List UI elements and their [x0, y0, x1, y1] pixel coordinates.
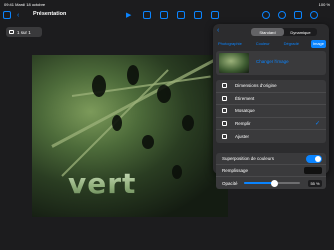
- leaf-hole: [112, 115, 122, 131]
- opacity-slider-thumb[interactable]: [271, 179, 279, 187]
- back-chevron-icon[interactable]: ‹: [17, 10, 19, 20]
- opacity-value-field[interactable]: 55 %: [308, 179, 322, 187]
- style-segmented-control[interactable]: Standard Dynamique: [251, 28, 317, 36]
- segment-dynamic[interactable]: Dynamique: [284, 28, 317, 36]
- tile-icon: [222, 108, 227, 114]
- tab-color[interactable]: Couleur: [254, 40, 272, 48]
- scale-to-fit-icon: [222, 133, 227, 139]
- slide-count-label: 1 sur 1: [17, 29, 31, 35]
- leaf-hole: [157, 85, 171, 103]
- opacity-row: Opacité 55 %: [216, 177, 326, 189]
- more-icon[interactable]: [310, 10, 318, 20]
- leaf-hole: [142, 135, 154, 149]
- color-overlay-row: Superposition de couleurs: [216, 153, 326, 165]
- status-battery: 100 %: [318, 1, 330, 7]
- media-icon[interactable]: [211, 10, 219, 20]
- table-icon[interactable]: [143, 10, 151, 20]
- shape-icon[interactable]: [194, 10, 202, 20]
- slides-icon: [9, 30, 14, 34]
- opacity-slider[interactable]: [244, 179, 300, 187]
- image-fit-list: Dimensions d'origine Étirement Mosaïque …: [216, 80, 326, 143]
- fit-option-original-size[interactable]: Dimensions d'origine: [216, 80, 326, 93]
- format-popover: ‹ Standard Dynamique Photographie Couleu…: [213, 24, 329, 189]
- fill-type-tabs: Photographie Couleur Dégradé Image: [216, 40, 326, 48]
- fill-icon: [222, 120, 227, 126]
- status-bar: 09:41 Mardi 18 octobre 100 %: [0, 0, 334, 8]
- slide-text-vert[interactable]: vert: [68, 167, 136, 200]
- slide-count-button[interactable]: 1 sur 1: [6, 27, 42, 37]
- toolbar: ‹ Présentation ▶: [0, 8, 334, 22]
- fill-color-swatch[interactable]: [304, 167, 322, 174]
- checkmark-icon: ✓: [314, 120, 320, 127]
- format-brush-icon[interactable]: [294, 10, 302, 20]
- leaf-hole: [172, 165, 182, 179]
- play-icon[interactable]: ▶: [126, 10, 131, 20]
- slide-navigator-bar: 1 sur 1: [0, 24, 60, 40]
- popover-back-icon[interactable]: ‹: [217, 27, 219, 34]
- tab-image[interactable]: Image: [310, 40, 326, 48]
- collaborate-icon[interactable]: [278, 10, 286, 20]
- segment-standard[interactable]: Standard: [251, 28, 284, 36]
- fit-option-fill[interactable]: Remplir ✓: [216, 118, 326, 130]
- tab-gradient[interactable]: Dégradé: [282, 40, 301, 48]
- status-time: 09:41 Mardi 18 octobre: [4, 1, 46, 7]
- slide-canvas[interactable]: vert: [32, 55, 228, 217]
- leaf-hole: [92, 75, 106, 97]
- fit-option-stretch[interactable]: Étirement: [216, 93, 326, 105]
- fill-row: Remplissage: [216, 165, 326, 177]
- share-icon[interactable]: [262, 10, 270, 20]
- color-overlay-toggle[interactable]: [306, 154, 322, 163]
- change-image-link[interactable]: Changer l'image: [256, 59, 289, 64]
- original-size-icon: [222, 83, 227, 89]
- leaf-hole: [127, 65, 139, 85]
- tab-photography[interactable]: Photographie: [216, 40, 244, 48]
- stretch-icon: [222, 95, 227, 101]
- opacity-slider-fill: [244, 182, 275, 184]
- text-icon[interactable]: [177, 10, 185, 20]
- sidebar-toggle-icon[interactable]: [3, 10, 11, 20]
- leaf-hole: [182, 115, 194, 131]
- image-row: Changer l'image: [216, 51, 326, 75]
- document-title[interactable]: Présentation: [33, 11, 66, 17]
- fit-option-tile[interactable]: Mosaïque: [216, 105, 326, 118]
- image-thumbnail: [219, 53, 249, 73]
- overlay-settings: Superposition de couleurs Remplissage Op…: [216, 153, 326, 189]
- fit-option-scale-to-fit[interactable]: Ajuster: [216, 130, 326, 143]
- chart-icon[interactable]: [160, 10, 168, 20]
